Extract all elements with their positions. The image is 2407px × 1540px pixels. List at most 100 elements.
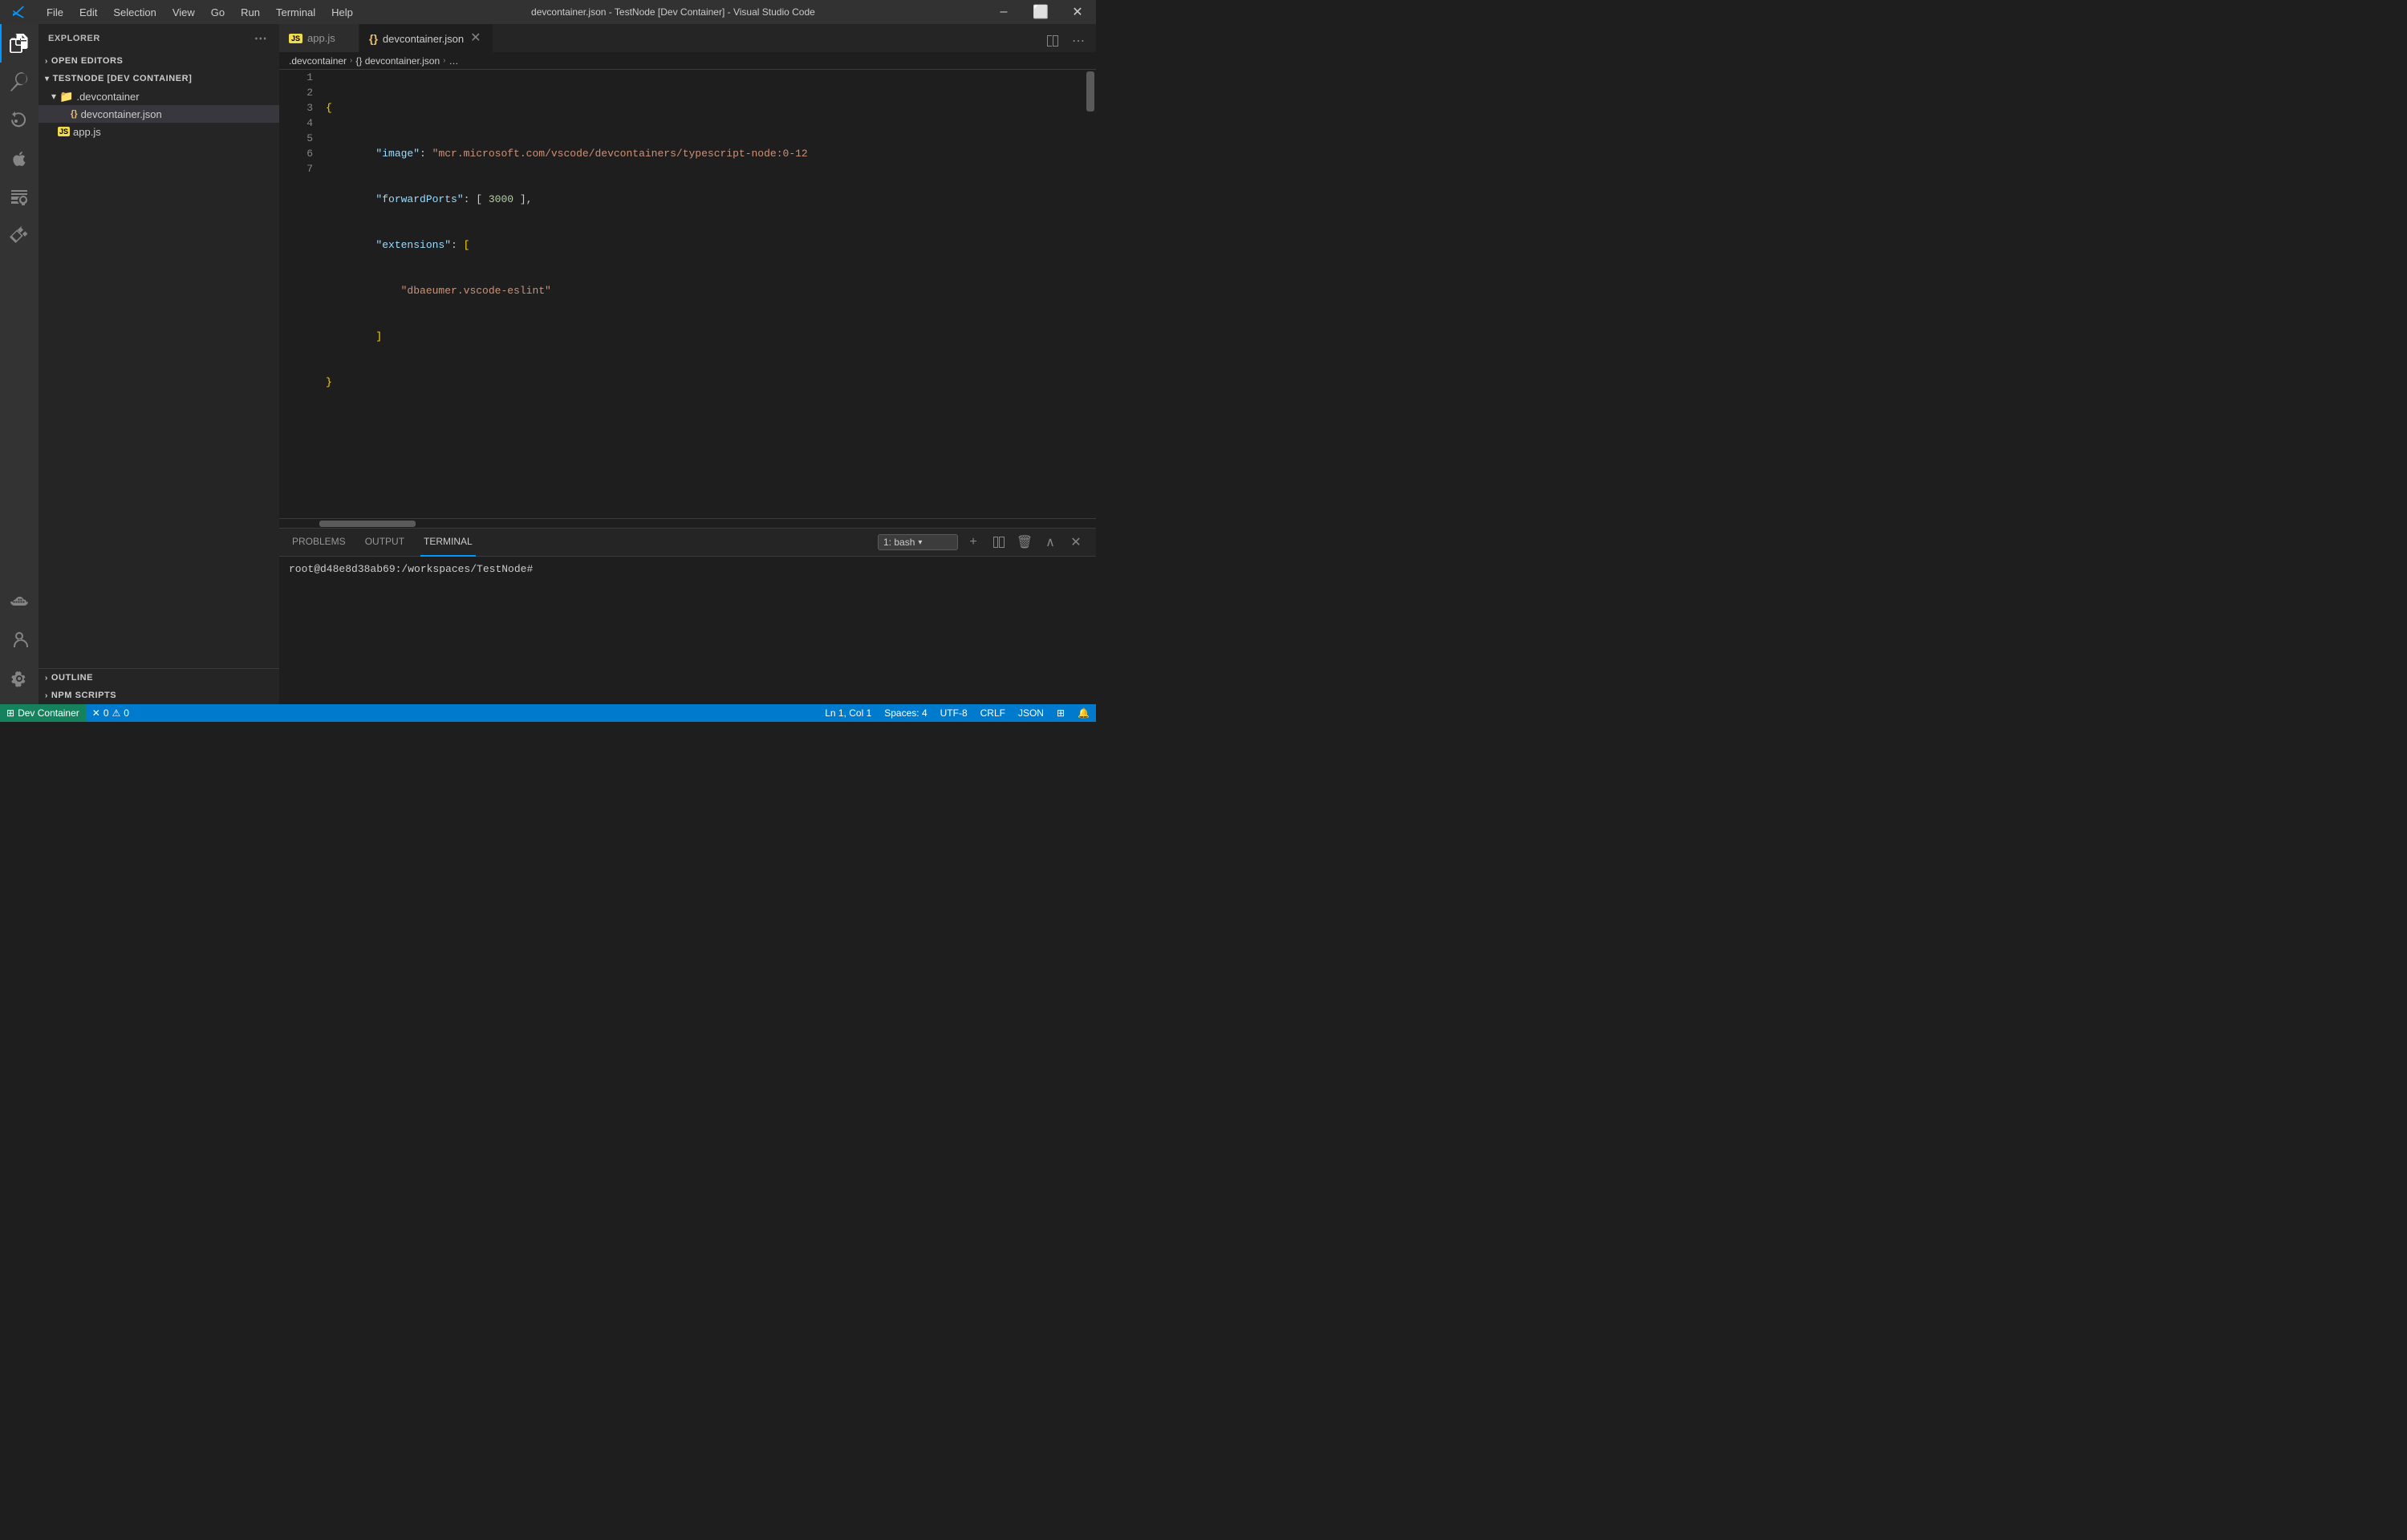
activity-explorer[interactable] [0,24,39,63]
menu-help[interactable]: Help [323,0,361,24]
tree-item-devcontainer-json[interactable]: {} devcontainer.json [39,105,279,123]
menu-go[interactable]: Go [203,0,233,24]
vertical-scrollbar-track[interactable] [1085,70,1096,518]
bracket-close-6: ] [375,329,382,344]
editor-area: JS app.js {} devcontainer.json ✕ ⋯ [279,24,1096,704]
close-panel-button[interactable]: ✕ [1065,532,1086,553]
split-editor-button[interactable] [1041,30,1064,52]
breadcrumb-file[interactable]: {} devcontainer.json [355,55,440,67]
tab-devcontainer-close[interactable]: ✕ [469,31,482,46]
maximize-panel-button[interactable]: ∧ [1040,532,1061,553]
output-label: OUTPUT [365,536,404,547]
kill-terminal-button[interactable]: 🗑 [1014,532,1035,553]
menu-terminal[interactable]: Terminal [268,0,323,24]
activity-extensions[interactable] [0,217,39,255]
code-line-5: "dbaeumer.vscode-eslint" [326,283,1085,298]
folder-icon: 📁 [59,90,73,103]
language-label: JSON [1018,707,1044,719]
tab-bar: JS app.js {} devcontainer.json ✕ ⋯ [279,24,1096,52]
statusbar-dev-container[interactable]: ⊞ Dev Container [0,704,86,722]
code-line-2: "image": "mcr.microsoft.com/vscode/devco… [326,146,1085,161]
breadcrumb-ellipsis[interactable]: … [449,55,458,67]
code-line-3: "forwardPorts": [ 3000 ], [326,192,1085,207]
line-num-5: 5 [286,131,313,146]
colon-3: : [ [464,192,489,207]
sidebar-header: EXPLORER ⋯ [39,24,279,52]
workspace-header[interactable]: ▾ TESTNODE [DEV CONTAINER] [39,70,279,87]
main-container: EXPLORER ⋯ › OPEN EDITORS ▾ TESTNODE [DE… [0,24,1096,704]
line-num-6: 6 [286,146,313,161]
split-terminal-button[interactable] [988,532,1009,553]
horizontal-scrollbar[interactable] [279,518,1096,528]
terminal-dropdown[interactable]: 1: bash ▾ [878,534,958,550]
activity-remote-explorer[interactable] [0,178,39,217]
app-js-label: app.js [73,126,101,138]
statusbar-encoding[interactable]: UTF-8 [934,704,974,722]
tab-app-js[interactable]: JS app.js [279,24,359,52]
npm-scripts-section[interactable]: › NPM SCRIPTS [39,687,279,704]
tab-devcontainer-label: devcontainer.json [383,33,464,45]
tab-app-js-label: app.js [307,32,335,44]
problems-label: PROBLEMS [292,536,346,547]
activity-source-control[interactable] [0,101,39,140]
horizontal-scrollbar-thumb[interactable] [319,521,416,527]
statusbar-language[interactable]: JSON [1012,704,1050,722]
sidebar-more-actions[interactable]: ⋯ [252,30,270,47]
indent-2 [326,146,375,161]
statusbar-eol[interactable]: CRLF [974,704,1012,722]
new-terminal-button[interactable]: + [963,532,984,553]
line-num-2: 2 [286,85,313,100]
statusbar-errors[interactable]: ✕ 0 ⚠ 0 [86,704,136,722]
tree-item-app-js[interactable]: JS app.js [39,123,279,140]
remote-icon: ⊞ [6,707,14,719]
panel-actions: 1: bash ▾ + 🗑 ∧ ✕ [878,532,1086,553]
line-num-7: 7 [286,161,313,176]
panel-tab-problems[interactable]: PROBLEMS [289,529,349,557]
outline-label: OUTLINE [51,673,93,683]
outline-section[interactable]: › OUTLINE [39,669,279,687]
spaces-label: Spaces: 4 [884,707,927,719]
statusbar-position[interactable]: Ln 1, Col 1 [818,704,878,722]
workspace-label: TESTNODE [DEV CONTAINER] [53,74,193,83]
panel: PROBLEMS OUTPUT TERMINAL 1: bash ▾ + [279,528,1096,704]
close-button[interactable]: ✕ [1059,0,1096,24]
statusbar: ⊞ Dev Container ✕ 0 ⚠ 0 Ln 1, Col 1 Spac… [0,704,1096,722]
menu-edit[interactable]: Edit [71,0,105,24]
more-actions-button[interactable]: ⋯ [1067,30,1090,52]
activity-run-debug[interactable] [0,140,39,178]
line-numbers: 1 2 3 4 5 6 7 [279,70,319,518]
position-label: Ln 1, Col 1 [825,707,871,719]
minimize-button[interactable]: – [985,0,1022,24]
tab-devcontainer-json[interactable]: {} devcontainer.json ✕ [359,24,493,52]
devcontainer-folder-label: .devcontainer [76,91,139,103]
breadcrumb-sep-2: › [443,56,445,65]
file-tree: ▾ 📁 .devcontainer {} devcontainer.json J… [39,87,279,668]
maximize-button[interactable]: ⬜ [1022,0,1059,24]
line-num-3: 3 [286,100,313,116]
menu-file[interactable]: File [39,0,71,24]
tree-item-devcontainer-folder[interactable]: ▾ 📁 .devcontainer [39,87,279,105]
vertical-scrollbar-thumb[interactable] [1086,71,1094,111]
val-port: 3000 [489,192,513,207]
code-editor[interactable]: { "image": "mcr.microsoft.com/vscode/dev… [319,70,1085,518]
statusbar-remote[interactable]: ⊞ [1050,704,1071,722]
activity-docker[interactable] [0,582,39,621]
panel-tab-output[interactable]: OUTPUT [362,529,408,557]
open-editors-header[interactable]: › OPEN EDITORS [39,52,279,70]
activity-account[interactable] [0,621,39,659]
menu-run[interactable]: Run [233,0,268,24]
editor-content: 1 2 3 4 5 6 7 { "image": "mcr.microsoft.… [279,70,1096,518]
activity-bar [0,24,39,704]
panel-tab-terminal[interactable]: TERMINAL [420,529,476,557]
terminal-content[interactable]: root@d48e8d38ab69:/workspaces/TestNode# [279,557,1096,704]
statusbar-bell[interactable]: 🔔 [1071,704,1096,722]
statusbar-spaces[interactable]: Spaces: 4 [878,704,933,722]
menu-selection[interactable]: Selection [105,0,164,24]
menu-view[interactable]: View [164,0,203,24]
activity-settings[interactable] [0,659,39,698]
activity-search[interactable] [0,63,39,101]
bracket-close-3: ], [513,192,532,207]
breadcrumb-devcontainer[interactable]: .devcontainer [289,55,347,67]
brace-close: } [326,375,332,390]
code-line-1: { [326,100,1085,116]
